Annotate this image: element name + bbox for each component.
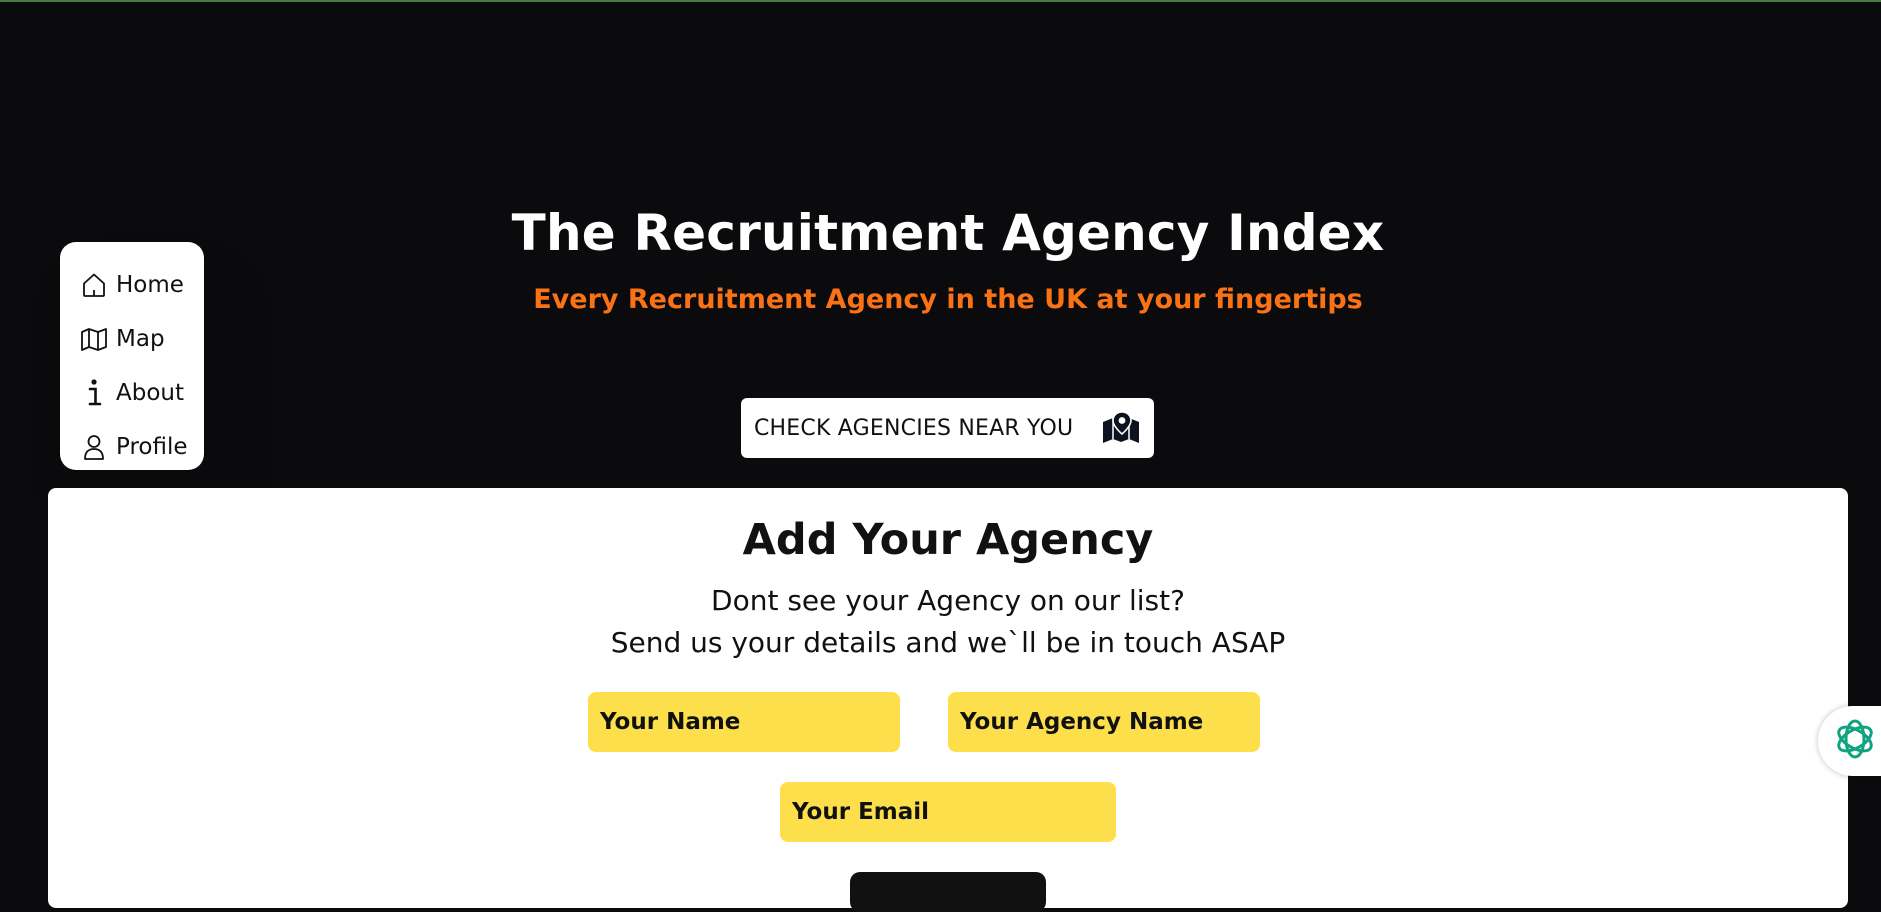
- add-agency-description: Dont see your Agency on our list? Send u…: [48, 580, 1848, 664]
- page-subtitle: Every Recruitment Agency in the UK at yo…: [533, 284, 1363, 315]
- nav-item-home[interactable]: Home: [80, 258, 204, 312]
- email-input[interactable]: [780, 782, 1116, 842]
- top-border: [0, 0, 1881, 2]
- info-icon: [80, 379, 108, 407]
- nav-label-profile: Profile: [116, 434, 188, 460]
- name-input[interactable]: [588, 692, 900, 752]
- assistant-widget-button[interactable]: [1818, 706, 1881, 776]
- nav-label-home: Home: [116, 272, 184, 298]
- check-agencies-button[interactable]: CHECK AGENCIES NEAR YOU: [741, 398, 1154, 458]
- submit-button[interactable]: [850, 872, 1046, 912]
- nav-item-map[interactable]: Map: [80, 312, 204, 366]
- nav-item-profile[interactable]: Profile: [80, 420, 204, 474]
- check-agencies-label: CHECK AGENCIES NEAR YOU: [754, 415, 1074, 441]
- description-line-2: Send us your details and we`ll be in tou…: [610, 626, 1286, 659]
- assistant-icon: [1832, 716, 1878, 766]
- add-agency-card: Add Your Agency Dont see your Agency on …: [48, 488, 1848, 912]
- map-pin-icon: [1100, 409, 1142, 447]
- nav-label-map: Map: [116, 326, 165, 352]
- agency-name-input[interactable]: [948, 692, 1260, 752]
- nav-item-about[interactable]: About: [80, 366, 204, 420]
- side-navigation: Home Map About Profile: [60, 242, 204, 470]
- user-icon: [80, 433, 108, 461]
- nav-label-about: About: [116, 380, 185, 406]
- description-line-1: Dont see your Agency on our list?: [711, 584, 1185, 617]
- page-title: The Recruitment Agency Index: [511, 204, 1385, 262]
- map-icon: [80, 325, 108, 353]
- home-icon: [80, 271, 108, 299]
- add-agency-title: Add Your Agency: [742, 515, 1154, 565]
